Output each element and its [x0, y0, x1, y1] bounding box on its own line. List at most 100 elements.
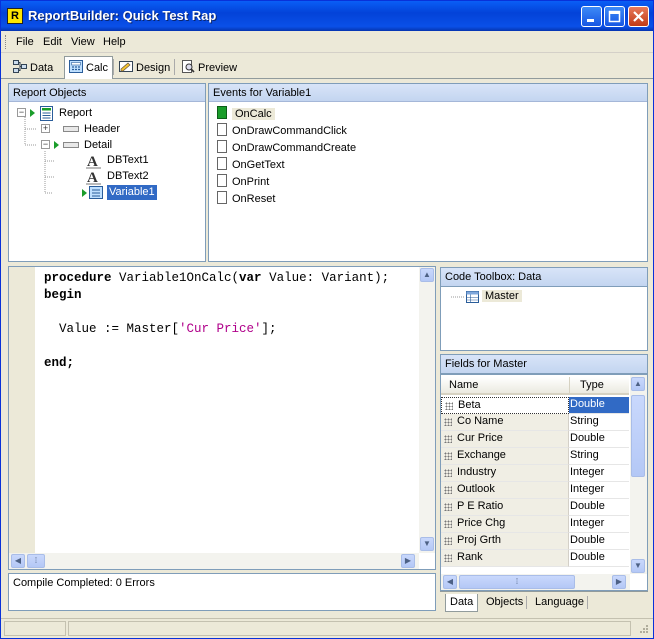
- maximize-button[interactable]: [604, 6, 625, 27]
- collapse-icon[interactable]: −: [17, 108, 26, 117]
- drag-handle-icon[interactable]: [444, 520, 452, 528]
- field-name-cell[interactable]: Beta: [441, 397, 569, 414]
- field-row[interactable]: Rank Double: [441, 550, 629, 567]
- drag-handle-icon[interactable]: [444, 486, 452, 494]
- drag-handle-icon[interactable]: [444, 418, 452, 426]
- field-name-cell[interactable]: Industry: [441, 465, 569, 482]
- field-row[interactable]: Beta Double: [441, 397, 629, 414]
- field-type: Integer: [569, 465, 629, 482]
- resize-grip-icon[interactable]: [637, 624, 649, 636]
- title-bar[interactable]: R ReportBuilder: Quick Test Rap: [1, 1, 653, 31]
- tab-preview-label: Preview: [198, 62, 238, 74]
- menu-help[interactable]: Help: [103, 36, 126, 48]
- scroll-right-icon[interactable]: ▶: [612, 575, 626, 589]
- code-line-6[interactable]: end;: [44, 356, 74, 370]
- menu-edit[interactable]: Edit: [43, 36, 62, 48]
- variable-icon: [89, 186, 103, 199]
- drag-handle-icon[interactable]: [444, 554, 452, 562]
- field-name-cell[interactable]: Price Chg: [441, 516, 569, 533]
- field-name-cell[interactable]: Exchange: [441, 448, 569, 465]
- menu-view[interactable]: View: [71, 36, 95, 48]
- event-ondrawcommandcreate[interactable]: OnDrawCommandCreate: [217, 140, 356, 157]
- tab-data[interactable]: Data: [9, 57, 57, 78]
- scroll-thumb[interactable]: ⁞: [27, 554, 45, 568]
- event-code-icon: [217, 106, 227, 119]
- field-type: Double: [569, 397, 629, 414]
- minimize-button[interactable]: [581, 6, 602, 27]
- field-row[interactable]: Price Chg Integer: [441, 516, 629, 533]
- collapse-icon[interactable]: −: [41, 140, 50, 149]
- drag-handle-icon[interactable]: [444, 537, 452, 545]
- field-name: Price Chg: [457, 517, 506, 529]
- scroll-left-icon[interactable]: ◀: [11, 554, 25, 568]
- field-row[interactable]: Cur Price Double: [441, 431, 629, 448]
- editor-vertical-scrollbar[interactable]: ▲ ▼: [419, 267, 435, 553]
- code-keyword: procedure: [44, 271, 112, 285]
- event-label: OnGetText: [232, 159, 285, 171]
- field-type: Double: [569, 499, 629, 516]
- code-line-2[interactable]: begin: [44, 288, 82, 302]
- scroll-left-icon[interactable]: ◀: [443, 575, 457, 589]
- code-line-1[interactable]: procedure Variable1OnCalc(var Value: Var…: [44, 271, 389, 285]
- drag-handle-icon[interactable]: [445, 402, 453, 410]
- field-type: Double: [569, 431, 629, 448]
- field-row[interactable]: P E Ratio Double: [441, 499, 629, 516]
- field-row[interactable]: Outlook Integer: [441, 482, 629, 499]
- scroll-up-icon[interactable]: ▲: [420, 268, 434, 282]
- field-name: Rank: [457, 551, 483, 563]
- event-page-icon: [217, 191, 227, 204]
- tab-design[interactable]: Design: [115, 57, 174, 78]
- tree-label-header: Header: [84, 123, 121, 135]
- column-header-name[interactable]: Name: [441, 377, 569, 395]
- toolbox-item-master[interactable]: Master: [482, 290, 522, 302]
- expand-icon[interactable]: +: [41, 124, 50, 133]
- drag-handle-icon[interactable]: [444, 452, 452, 460]
- preview-icon: [182, 60, 195, 73]
- close-button[interactable]: [628, 6, 649, 27]
- editor-horizontal-scrollbar[interactable]: ◀ ⁞ ▶: [9, 553, 419, 569]
- report-objects-header: Report Objects: [9, 84, 205, 102]
- event-onreset[interactable]: OnReset: [217, 191, 275, 208]
- scroll-thumb[interactable]: ⁞: [459, 575, 575, 589]
- field-name-cell[interactable]: Proj Grth: [441, 533, 569, 550]
- field-row[interactable]: Exchange String: [441, 448, 629, 465]
- field-name-cell[interactable]: P E Ratio: [441, 499, 569, 516]
- event-ondrawcommandclick[interactable]: OnDrawCommandClick: [217, 123, 347, 140]
- field-name-cell[interactable]: Co Name: [441, 414, 569, 431]
- tab-preview[interactable]: Preview: [177, 57, 241, 78]
- menu-file[interactable]: File: [16, 36, 34, 48]
- field-name-cell[interactable]: Cur Price: [441, 431, 569, 448]
- field-row[interactable]: Proj Grth Double: [441, 533, 629, 550]
- scroll-down-icon[interactable]: ▼: [631, 559, 645, 573]
- tab-calc[interactable]: Calc: [64, 56, 114, 79]
- field-type: Integer: [569, 482, 629, 499]
- event-page-icon: [217, 123, 227, 136]
- field-name-cell[interactable]: Rank: [441, 550, 569, 567]
- event-onprint[interactable]: OnPrint: [217, 174, 269, 191]
- fields-horizontal-scrollbar[interactable]: ◀ ⁞ ▶: [441, 574, 630, 590]
- toolbox-tab-data[interactable]: Data: [445, 594, 479, 612]
- event-ongettext[interactable]: OnGetText: [217, 157, 285, 174]
- scroll-thumb[interactable]: [631, 395, 645, 477]
- event-label: OnCalc: [232, 108, 275, 120]
- scroll-right-icon[interactable]: ▶: [401, 554, 415, 568]
- scroll-up-icon[interactable]: ▲: [631, 377, 645, 391]
- drag-handle-icon[interactable]: [444, 503, 452, 511]
- field-name-cell[interactable]: Outlook: [441, 482, 569, 499]
- event-oncalc[interactable]: OnCalc: [217, 106, 275, 123]
- fields-vertical-scrollbar[interactable]: ▲ ▼: [630, 375, 647, 574]
- data-tab-icon: [13, 60, 27, 73]
- field-row[interactable]: Co Name String: [441, 414, 629, 431]
- scroll-down-icon[interactable]: ▼: [420, 537, 434, 551]
- svg-text:A: A: [87, 154, 98, 169]
- drag-handle-icon[interactable]: [444, 469, 452, 477]
- tab-separator: [526, 596, 527, 609]
- code-line-4[interactable]: Value := Master['Cur Price'];: [44, 322, 277, 336]
- column-header-type[interactable]: Type: [569, 377, 629, 395]
- toolbox-tab-language[interactable]: Language: [531, 594, 588, 612]
- field-type: String: [569, 414, 629, 431]
- drag-handle-icon[interactable]: [444, 435, 452, 443]
- field-row[interactable]: Industry Integer: [441, 465, 629, 482]
- toolbox-tab-objects[interactable]: Objects: [482, 594, 527, 612]
- code-editor[interactable]: procedure Variable1OnCalc(var Value: Var…: [8, 266, 436, 570]
